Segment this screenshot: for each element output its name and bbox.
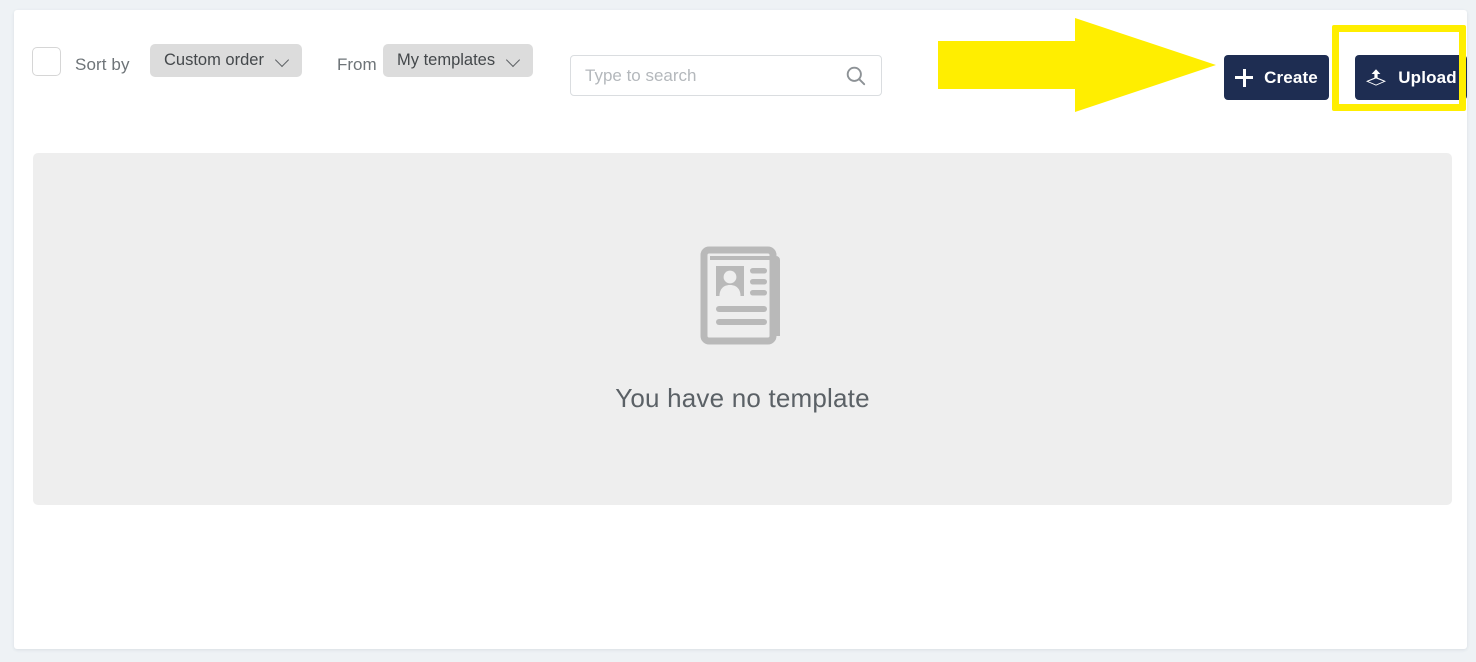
- sort-by-label: Sort by: [75, 55, 130, 74]
- template-document-icon: [700, 244, 786, 353]
- empty-state: You have no template: [33, 153, 1452, 505]
- empty-state-message: You have no template: [615, 383, 870, 413]
- templates-toolbar: Sort by Custom order From My templates C…: [14, 10, 1467, 130]
- sort-order-dropdown[interactable]: Custom order: [150, 44, 302, 77]
- upload-button[interactable]: Upload: [1355, 55, 1467, 100]
- chevron-down-icon: [507, 53, 520, 66]
- upload-glyph: [1366, 68, 1387, 86]
- search-box: [570, 55, 882, 96]
- templates-page-card: Sort by Custom order From My templates C…: [14, 10, 1467, 649]
- templates-content-panel: You have no template: [33, 153, 1452, 505]
- search-input[interactable]: [571, 56, 843, 95]
- template-document-glyph: [700, 246, 780, 345]
- from-label: From: [337, 55, 377, 74]
- search-glyph: [846, 66, 866, 85]
- upload-button-label: Upload: [1398, 68, 1457, 87]
- create-button-label: Create: [1264, 68, 1318, 87]
- create-button[interactable]: Create: [1224, 55, 1329, 100]
- chevron-down-icon: [276, 53, 289, 66]
- from-source-value: My templates: [397, 51, 496, 70]
- sort-order-value: Custom order: [164, 51, 264, 70]
- from-source-dropdown[interactable]: My templates: [383, 44, 534, 77]
- search-icon[interactable]: [839, 56, 873, 95]
- upload-icon: [1365, 68, 1387, 88]
- plus-icon: [1235, 68, 1254, 87]
- select-all-checkbox[interactable]: [32, 47, 61, 76]
